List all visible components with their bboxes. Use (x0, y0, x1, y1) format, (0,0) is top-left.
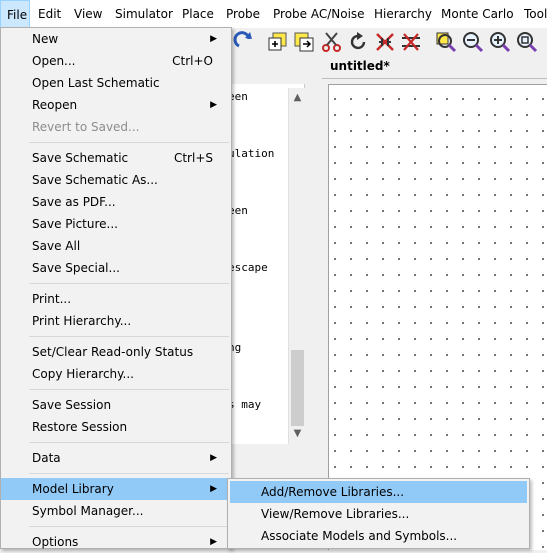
zoom-fit-icon[interactable] (515, 30, 539, 54)
menu-tools[interactable]: Tool (518, 0, 547, 28)
submenu-item-add-remove-libraries[interactable]: Add/Remove Libraries... (230, 481, 527, 503)
submenu-arrow-icon: ▶ (210, 484, 217, 494)
model-library-submenu: Add/Remove Libraries... View/Remove Libr… (227, 478, 530, 549)
submenu-item-associate-models[interactable]: Associate Models and Symbols... (230, 525, 527, 547)
menu-item-save[interactable]: Save Schematic Ctrl+S (1, 147, 231, 169)
menu-item-open-last[interactable]: Open Last Schematic (1, 72, 231, 94)
menu-item-save-pdf[interactable]: Save as PDF... (1, 191, 231, 213)
menu-item-save-picture[interactable]: Save Picture... (1, 213, 231, 235)
submenu-arrow-icon: ▶ (210, 34, 217, 44)
menu-item-label: Copy Hierarchy... (32, 367, 134, 381)
menu-item-model-library[interactable]: Model Library ▶ (1, 478, 231, 500)
console-line: ulation (232, 147, 275, 160)
menu-hierarchy[interactable]: Hierarchy (368, 0, 438, 28)
console-scrollbar[interactable]: ▲ ▼ (288, 88, 306, 444)
menu-item-open[interactable]: Open... Ctrl+O (1, 50, 231, 72)
menu-item-label: Save Schematic (32, 151, 129, 165)
zoom-out-icon[interactable] (461, 30, 485, 54)
menu-item-label: Add/Remove Libraries... (261, 485, 405, 499)
menu-item-label: Print... (32, 292, 72, 306)
menu-item-label: Symbol Manager... (32, 504, 144, 518)
console-line: ng (232, 341, 242, 354)
submenu-arrow-icon: ▶ (210, 453, 217, 463)
menu-item-label: Reopen (32, 98, 78, 112)
menu-item-label: Associate Models and Symbols... (261, 529, 458, 543)
menu-bar: File Edit View Simulator Place Probe Pro… (0, 0, 547, 29)
menu-separator (29, 473, 229, 474)
menu-item-save-all[interactable]: Save All (1, 235, 231, 257)
menu-probe[interactable]: Probe (220, 0, 266, 28)
menu-item-reopen[interactable]: Reopen ▶ (1, 94, 231, 116)
menu-item-restore-session[interactable]: Restore Session (1, 416, 231, 438)
menu-separator (29, 442, 229, 443)
menu-item-save-session[interactable]: Save Session (1, 394, 231, 416)
menu-item-label: Print Hierarchy... (32, 314, 132, 328)
zoom-in-icon[interactable] (488, 30, 512, 54)
menu-item-label: Save Session (32, 398, 112, 412)
menu-item-new[interactable]: New ▶ (1, 28, 231, 50)
menu-monte-carlo[interactable]: Monte Carlo (435, 0, 520, 28)
schematic-title: untitled* (330, 59, 390, 73)
menu-item-save-as[interactable]: Save Schematic As... (1, 169, 231, 191)
scroll-up-arrow-icon[interactable]: ▲ (289, 90, 306, 106)
menu-item-label: Options (32, 535, 79, 549)
menu-edit[interactable]: Edit (32, 0, 67, 28)
menu-simulator[interactable]: Simulator (109, 0, 179, 28)
redo-icon[interactable] (233, 30, 257, 54)
menu-item-label: Model Library (32, 482, 114, 496)
menu-item-label: Save All (32, 239, 81, 253)
menu-view[interactable]: View (68, 0, 108, 28)
menu-item-revert: Revert to Saved... (1, 116, 231, 138)
menu-item-label: Data (32, 451, 61, 465)
submenu-arrow-icon: ▶ (210, 537, 217, 547)
shortcut-label: Ctrl+S (173, 151, 213, 165)
console-line: s may (232, 398, 262, 411)
menu-item-label: View/Remove Libraries... (261, 507, 410, 521)
submenu-item-view-remove-libraries[interactable]: View/Remove Libraries... (230, 503, 527, 525)
menu-item-label: Save Special... (32, 261, 120, 275)
console-line: escape (232, 261, 268, 274)
import-icon[interactable] (292, 30, 316, 54)
menu-item-label: Revert to Saved... (32, 120, 140, 134)
add-part-icon[interactable] (266, 30, 290, 54)
menu-item-print-hierarchy[interactable]: Print Hierarchy... (1, 310, 231, 332)
schematic-tab[interactable]: untitled* (322, 56, 547, 79)
menu-item-label: Restore Session (32, 420, 128, 434)
wire-icon[interactable] (399, 30, 423, 54)
menu-item-label: Save Schematic As... (32, 173, 158, 187)
console-line: een (232, 90, 248, 103)
menu-separator (29, 336, 229, 337)
menu-item-label: Save Picture... (32, 217, 118, 231)
menu-item-label: New (32, 32, 59, 46)
menu-item-label: Open... (32, 54, 76, 68)
menu-item-readonly[interactable]: Set/Clear Read-only Status (1, 341, 231, 363)
menu-file[interactable]: File (0, 0, 30, 28)
menu-item-label: Set/Clear Read-only Status (32, 345, 194, 359)
submenu-arrow-icon: ▶ (210, 100, 217, 110)
menu-probe-ac-noise[interactable]: Probe AC/Noise (267, 0, 371, 28)
zoom-area-icon[interactable] (434, 30, 458, 54)
scroll-down-arrow-icon[interactable]: ▼ (289, 426, 306, 442)
menu-item-symbol-manager[interactable]: Symbol Manager... (1, 500, 231, 522)
shortcut-label: Ctrl+O (172, 54, 213, 68)
menu-place[interactable]: Place (176, 0, 220, 28)
menu-separator (29, 526, 229, 527)
cut-icon[interactable] (320, 30, 344, 54)
menu-item-copy-hierarchy[interactable]: Copy Hierarchy... (1, 363, 231, 385)
menu-item-save-special[interactable]: Save Special... (1, 257, 231, 279)
scroll-thumb[interactable] (291, 350, 304, 426)
console-line: een (232, 204, 248, 217)
menu-item-print[interactable]: Print... (1, 288, 231, 310)
menu-separator (29, 142, 229, 143)
menu-item-label: Save as PDF... (32, 195, 116, 209)
component-icon[interactable] (373, 30, 397, 54)
file-menu: New ▶ Open... Ctrl+O Open Last Schematic R… (0, 27, 232, 549)
menu-item-label: Open Last Schematic (32, 76, 160, 90)
menu-item-data[interactable]: Data ▶ (1, 447, 231, 469)
menu-separator (29, 283, 229, 284)
menu-item-options[interactable]: Options ▶ (1, 531, 231, 553)
menu-separator (29, 389, 229, 390)
rotate-icon[interactable] (346, 30, 370, 54)
